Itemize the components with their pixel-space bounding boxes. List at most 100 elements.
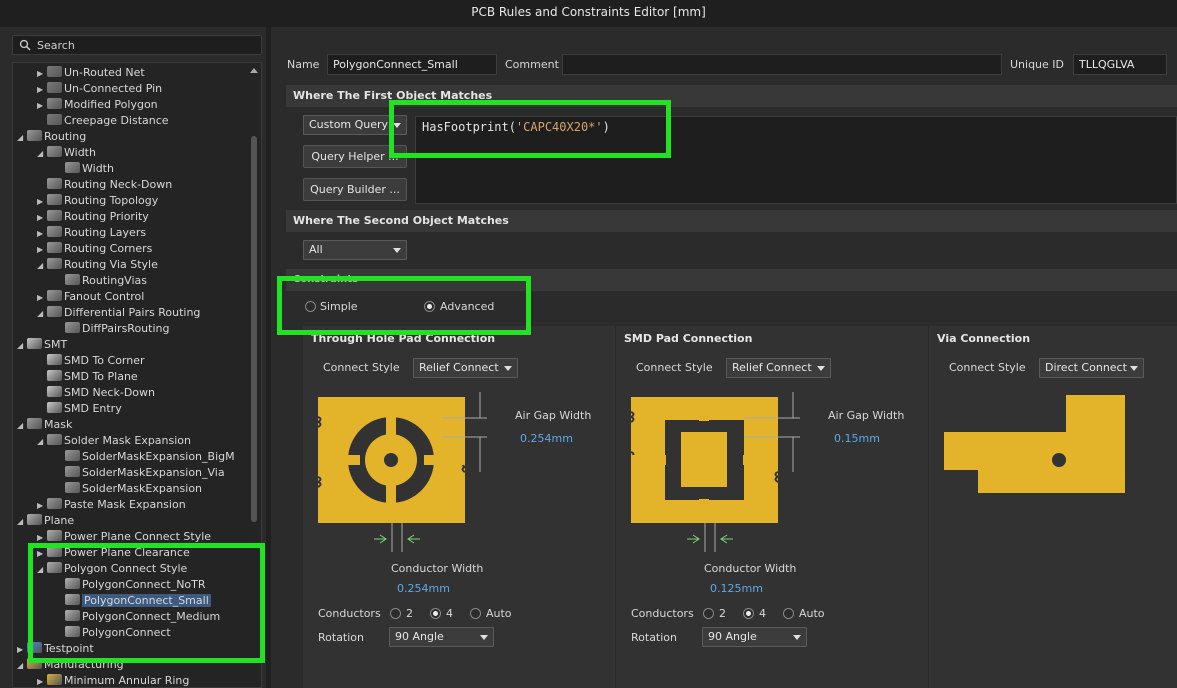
smd-conductor-width-label: Conductor Width <box>704 562 797 575</box>
expand-arrow-icon[interactable]: ▶ <box>37 226 47 242</box>
tree-item[interactable]: SMD To Corner <box>37 353 145 369</box>
th-conductors-4-radio[interactable] <box>430 608 441 619</box>
tree-item[interactable]: ◢ Width <box>37 145 96 161</box>
unique-id-field[interactable]: TLLQGLVA <box>1073 54 1167 75</box>
tree-item-label: Routing Topology <box>64 194 159 207</box>
tree-item[interactable]: ▶ Routing Topology <box>37 193 158 209</box>
search-input[interactable]: Search <box>12 35 262 55</box>
tree-item[interactable]: ▶ Routing Priority <box>37 209 149 225</box>
tree-item-label: Differential Pairs Routing <box>64 306 201 319</box>
expand-arrow-icon[interactable]: ▶ <box>37 498 47 514</box>
tree-item[interactable]: ◢ Plane <box>17 513 74 529</box>
route-rule-icon <box>47 242 62 253</box>
expand-arrow-icon[interactable]: ◢ <box>17 514 27 530</box>
smd-conductors-4-radio[interactable] <box>743 608 754 619</box>
mfg-rule-icon <box>47 674 62 685</box>
smd-rotation-dropdown[interactable]: 90 Angle <box>702 627 807 647</box>
tree-item[interactable]: ▶ Un-Connected Pin <box>37 81 162 97</box>
expand-arrow-icon[interactable]: ▶ <box>37 290 47 306</box>
tree-item-label: Plane <box>44 514 75 527</box>
smd-conductors-2-radio[interactable] <box>703 608 714 619</box>
expand-arrow-icon[interactable]: ▶ <box>37 66 47 82</box>
expand-arrow-icon[interactable]: ▶ <box>37 194 47 210</box>
expand-arrow-icon[interactable]: ◢ <box>17 658 27 674</box>
tree-item[interactable]: SolderMaskExpansion <box>55 481 202 497</box>
expand-arrow-icon[interactable]: ▶ <box>37 242 47 258</box>
tree-item[interactable]: ▶ Un-Routed Net <box>37 65 145 81</box>
tree-item[interactable]: ▶ Modified Polygon <box>37 97 158 113</box>
expand-arrow-icon[interactable]: ▶ <box>37 82 47 98</box>
smd-conductor-width-value[interactable]: 0.125mm <box>710 582 763 595</box>
tree-scrollbar-thumb[interactable] <box>251 136 257 522</box>
expand-arrow-icon[interactable]: ◢ <box>37 434 47 450</box>
smd-conductors-auto-label: Auto <box>799 607 825 620</box>
expand-arrow-icon[interactable]: ◢ <box>17 338 27 354</box>
tree-item-label: Routing Corners <box>64 242 153 255</box>
smd-air-gap-value[interactable]: 0.15mm <box>834 432 880 445</box>
tree-item[interactable]: ◢ SMT <box>17 337 67 353</box>
tree-item[interactable]: ◢ Routing Via Style <box>37 257 158 273</box>
tree-item[interactable]: RoutingVias <box>55 273 147 289</box>
tree-item[interactable]: SolderMaskExpansion_Via <box>55 465 225 481</box>
th-connect-style-value: Relief Connect <box>419 361 499 374</box>
second-query-dropdown[interactable]: All <box>303 240 407 260</box>
th-rotation-dropdown[interactable]: 90 Angle <box>389 627 494 647</box>
th-conductor-width-value[interactable]: 0.254mm <box>397 582 450 595</box>
th-conductors-auto-radio[interactable] <box>470 608 481 619</box>
expand-arrow-icon[interactable]: ▶ <box>17 642 27 658</box>
expand-arrow-icon[interactable]: ◢ <box>37 306 47 322</box>
route-rule-icon <box>47 226 62 237</box>
th-conductors-2-radio[interactable] <box>390 608 401 619</box>
tree-item[interactable]: ▶ Routing Layers <box>37 225 146 241</box>
smt-rule-icon <box>47 386 62 397</box>
poly-rule-icon <box>47 98 62 109</box>
tree-item[interactable]: Routing Neck-Down <box>37 177 172 193</box>
tree-item[interactable]: ◢ Differential Pairs Routing <box>37 305 200 321</box>
tree-item[interactable]: ◢ Solder Mask Expansion <box>37 433 191 449</box>
tree-item[interactable]: ◢ Routing <box>17 129 86 145</box>
tree-item[interactable]: Creepage Distance <box>37 113 169 129</box>
th-conductors-2-label: 2 <box>406 607 413 620</box>
tree-item[interactable]: ▶ Routing Corners <box>37 241 152 257</box>
th-connect-style-dropdown[interactable]: Relief Connect <box>413 358 518 378</box>
smd-relief-diagram <box>628 392 800 552</box>
expand-arrow-icon[interactable]: ◢ <box>37 258 47 274</box>
smd-connect-style-dropdown[interactable]: Relief Connect <box>726 358 831 378</box>
smd-conductors-auto-radio[interactable] <box>783 608 794 619</box>
smd-conductors-4-label: 4 <box>759 607 766 620</box>
query-builder-button[interactable]: Query Builder ... <box>303 178 407 201</box>
via-connect-style-dropdown[interactable]: Direct Connect <box>1039 358 1144 378</box>
tree-item-label: Routing Priority <box>64 210 149 223</box>
tree-item[interactable]: ▶ Minimum Annular Ring <box>37 673 190 687</box>
expand-arrow-icon[interactable]: ▶ <box>37 674 47 687</box>
tree-item[interactable]: DiffPairsRouting <box>55 321 169 337</box>
tree-item[interactable]: Width <box>55 161 114 177</box>
tree-item[interactable]: SMD To Plane <box>37 369 138 385</box>
tree-item-label: SolderMaskExpansion <box>82 482 203 495</box>
expand-arrow-icon[interactable]: ▶ <box>37 98 47 114</box>
scroll-up-icon[interactable] <box>250 68 258 73</box>
th-air-gap-value[interactable]: 0.254mm <box>520 432 573 445</box>
tree-item-label: Power Plane Connect Style <box>64 530 212 543</box>
net-rule-icon <box>47 114 62 125</box>
chevron-down-icon <box>793 635 801 640</box>
tree-item-label: Routing Neck-Down <box>64 178 173 191</box>
via-title: Via Connection <box>937 332 1031 345</box>
tree-item[interactable]: SolderMaskExpansion_BigM <box>55 449 235 465</box>
expand-arrow-icon[interactable]: ◢ <box>37 146 47 162</box>
tree-item-label: Un-Routed Net <box>64 66 145 79</box>
expand-arrow-icon[interactable]: ◢ <box>17 130 27 146</box>
second-object-header: Where The Second Object Matches <box>286 210 1177 232</box>
name-field[interactable]: PolygonConnect_Small <box>327 54 497 75</box>
tree-item-label: Minimum Annular Ring <box>64 674 190 687</box>
tree-item[interactable]: SMD Neck-Down <box>37 385 155 401</box>
tree-item[interactable]: ◢ Mask <box>17 417 72 433</box>
query-highlight <box>389 100 671 158</box>
tree-item[interactable]: ▶ Fanout Control <box>37 289 144 305</box>
expand-arrow-icon[interactable]: ▶ <box>37 210 47 226</box>
expand-arrow-icon[interactable]: ◢ <box>17 418 27 434</box>
tree-item[interactable]: ▶ Paste Mask Expansion <box>37 497 186 513</box>
tree-highlight <box>28 543 265 663</box>
tree-item[interactable]: SMD Entry <box>37 401 122 417</box>
comment-field[interactable] <box>562 54 1002 75</box>
